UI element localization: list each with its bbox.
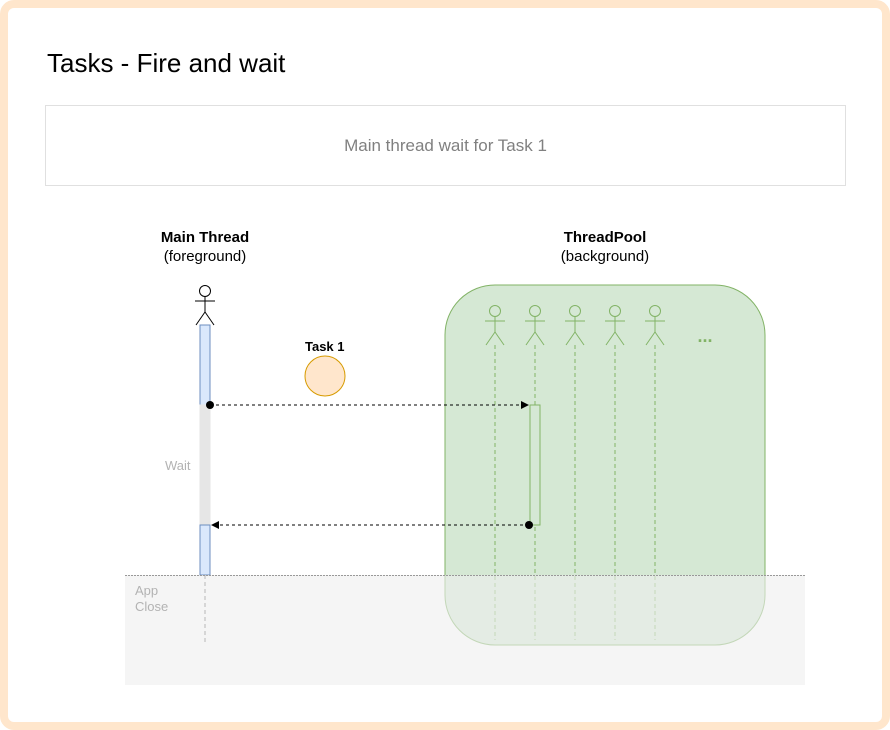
task-1-circle bbox=[304, 355, 346, 397]
main-thread-active-bar-bottom bbox=[199, 524, 211, 576]
app-close-label-line2: Close bbox=[135, 599, 169, 614]
wait-label: Wait bbox=[165, 458, 191, 473]
app-close-region bbox=[125, 575, 805, 685]
sequence-diagram: ... bbox=[125, 284, 805, 685]
app-close-label-line1: App bbox=[135, 583, 159, 598]
main-thread-wait-bar bbox=[199, 404, 211, 526]
task-1-label: Task 1 bbox=[305, 339, 345, 354]
main-thread-actor bbox=[195, 285, 215, 326]
app-close-label: App Close bbox=[135, 583, 168, 615]
worker-activation-bar bbox=[529, 404, 541, 526]
main-thread-active-bar-top bbox=[199, 324, 211, 406]
more-workers-ellipsis: ... bbox=[697, 326, 712, 346]
